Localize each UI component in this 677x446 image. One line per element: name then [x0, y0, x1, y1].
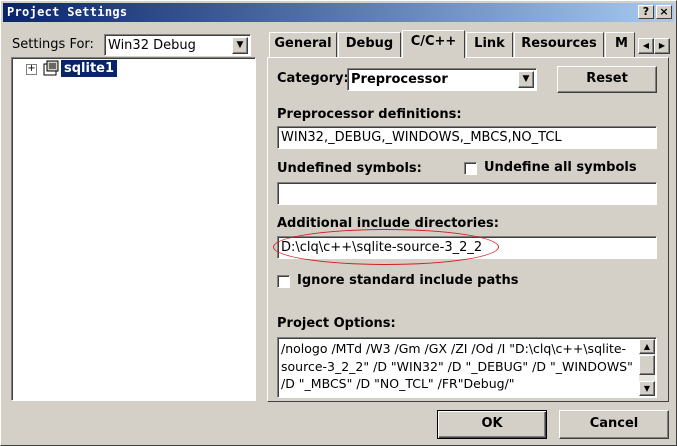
tab-more[interactable]: M — [605, 32, 635, 57]
preprocessor-definitions-label: Preprocessor definitions: — [277, 107, 462, 122]
tab-debug[interactable]: Debug — [338, 32, 401, 57]
undefine-all-checkbox[interactable] — [464, 162, 477, 175]
ok-button[interactable]: OK — [437, 410, 547, 439]
category-combo[interactable]: Preprocessor ▼ — [347, 68, 537, 91]
tree-expander-icon[interactable]: + — [26, 64, 37, 75]
window-title: Project Settings — [7, 5, 128, 19]
scroll-up-icon[interactable]: ▲ — [639, 339, 655, 354]
preprocessor-definitions-input[interactable]: WIN32,_DEBUG,_WINDOWS,_MBCS,NO_TCL — [277, 126, 657, 149]
close-button[interactable]: × — [656, 5, 672, 19]
category-label: Category: — [277, 71, 349, 86]
scroll-down-icon[interactable]: ▼ — [639, 381, 655, 396]
undefine-all-label: Undefine all symbols — [484, 160, 637, 175]
undefined-symbols-label: Undefined symbols: — [277, 161, 422, 176]
tab-resources[interactable]: Resources — [514, 32, 604, 57]
reset-button[interactable]: Reset — [557, 66, 657, 93]
project-options-text: /nologo /MTd /W3 /Gm /GX /ZI /Od /I "D:\… — [281, 341, 633, 391]
ignore-standard-paths-label: Ignore standard include paths — [297, 273, 519, 288]
help-button[interactable]: ? — [638, 5, 654, 19]
chevron-down-icon[interactable]: ▼ — [518, 71, 534, 88]
scrollbar-thumb[interactable] — [639, 355, 655, 375]
tab-scroll-right-icon[interactable]: ▶ — [654, 38, 670, 54]
tab-scroll-left-icon[interactable]: ◀ — [638, 38, 654, 54]
settings-for-value: Win32 Debug — [108, 38, 196, 53]
tab-general[interactable]: General — [269, 32, 337, 57]
tab-c-cpp[interactable]: C/C++ — [402, 30, 465, 58]
project-options-label: Project Options: — [277, 316, 396, 331]
tree-item-sqlite1[interactable]: sqlite1 — [61, 60, 118, 77]
chevron-down-icon[interactable]: ▼ — [232, 37, 248, 54]
include-directories-input[interactable]: D:\clq\c++\sqlite-source-3_2_2 — [277, 236, 657, 259]
project-tree[interactable]: + sqlite1 — [11, 57, 256, 401]
settings-for-combo[interactable]: Win32 Debug ▼ — [104, 34, 251, 56]
undefined-symbols-input[interactable] — [277, 182, 657, 205]
project-icon — [43, 60, 59, 76]
include-directories-label: Additional include directories: — [277, 216, 499, 231]
tab-link[interactable]: Link — [466, 32, 513, 57]
project-settings-dialog: Project Settings ? × Settings For: Win32… — [0, 0, 677, 446]
category-value: Preprocessor — [351, 72, 448, 87]
options-scrollbar[interactable]: ▲ ▼ — [639, 339, 655, 396]
settings-for-label: Settings For: — [12, 37, 94, 52]
cancel-button[interactable]: Cancel — [559, 410, 669, 439]
title-bar[interactable]: Project Settings ? × — [3, 3, 674, 22]
project-options-box[interactable]: /nologo /MTd /W3 /Gm /GX /ZI /Od /I "D:\… — [277, 337, 657, 398]
ignore-standard-paths-checkbox[interactable] — [277, 275, 290, 288]
